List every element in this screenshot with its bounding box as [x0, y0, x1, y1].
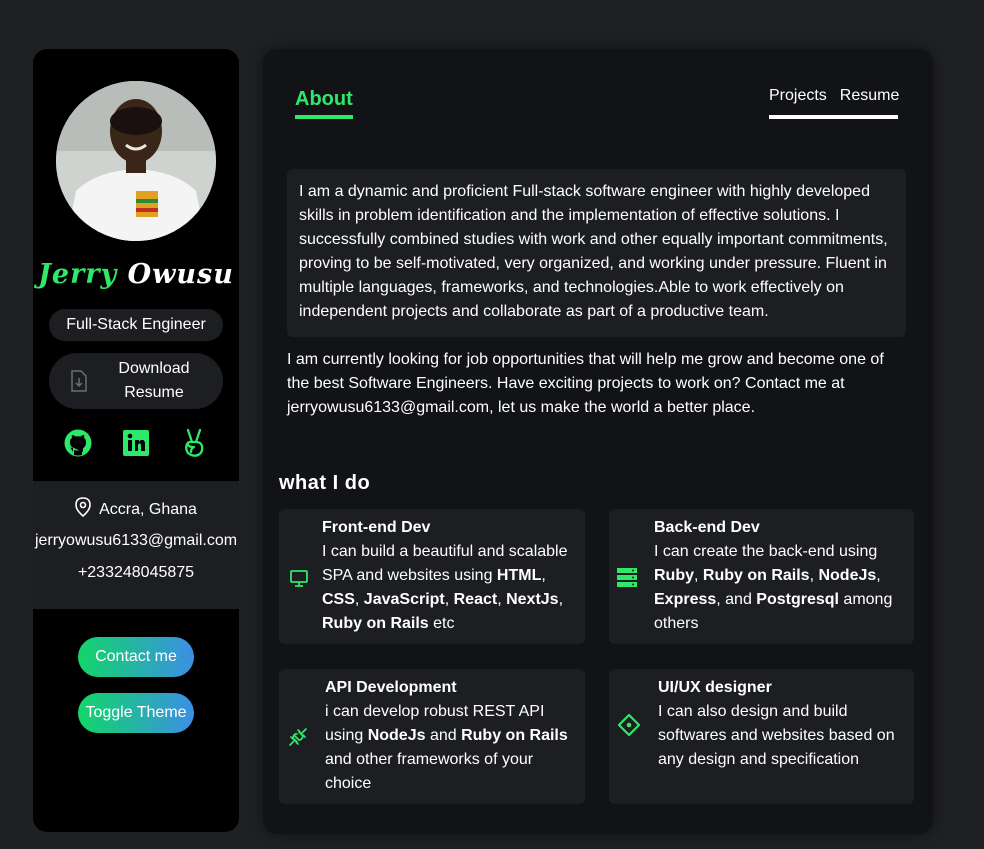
profile-sidebar: Jerry Owusu Full-Stack Engineer Download…: [33, 49, 239, 832]
tab-resume[interactable]: Resume: [840, 87, 900, 105]
phone-text: +233248045875: [77, 564, 195, 581]
service-card-backend: Back-end Dev I can create the back-end u…: [609, 509, 914, 644]
tech-keyword: JavaScript: [363, 591, 445, 608]
tech-keyword: React: [453, 591, 498, 608]
role-badge: Full-Stack Engineer: [49, 309, 223, 341]
description-text: ,: [558, 591, 564, 608]
service-title: API Development: [325, 679, 457, 696]
server-icon: [616, 566, 638, 588]
tech-keyword: NodeJs: [818, 567, 877, 584]
description-text: ,: [444, 591, 454, 608]
location-pin-icon: [75, 497, 91, 522]
download-file-icon: [69, 370, 89, 392]
service-card-api: API Development i can develop robust RES…: [279, 669, 585, 804]
description-text: I can create the back-end using: [654, 543, 878, 560]
tech-keyword: NextJs: [506, 591, 559, 608]
first-name: Jerry: [38, 259, 118, 290]
services-heading: what I do: [279, 472, 371, 494]
service-title: Front-end Dev: [322, 519, 431, 536]
service-description: I can also design and build softwares an…: [658, 700, 908, 772]
last-name: Owusu: [127, 259, 234, 290]
toggle-theme-button[interactable]: Toggle Theme: [78, 693, 194, 733]
about-job-search-text: I am currently looking for job opportuni…: [287, 351, 884, 416]
download-resume-label: Download Resume: [118, 360, 190, 401]
description-text: ,: [541, 567, 546, 584]
contact-info: Accra, Ghana jerryowusu6133@gmail.com +2…: [33, 481, 239, 609]
tech-keyword: Ruby on Rails: [461, 727, 568, 744]
tech-keyword: Ruby on Rails: [322, 615, 429, 632]
nav-tabs: Projects Resume: [769, 87, 900, 119]
tab-about[interactable]: About: [295, 88, 353, 119]
description-text: etc: [428, 615, 455, 632]
tech-keyword: Ruby on Rails: [702, 567, 810, 584]
github-icon[interactable]: [63, 428, 93, 458]
description-text: ,: [354, 591, 364, 608]
description-text: ,: [497, 591, 507, 608]
description-text: , and: [716, 591, 757, 608]
tech-keyword: Ruby: [654, 567, 694, 584]
email-text[interactable]: jerryowusu6133@gmail.com: [33, 532, 239, 550]
design-icon: [617, 713, 641, 737]
contact-me-button[interactable]: Contact me: [78, 637, 194, 677]
description-text: and: [425, 727, 462, 744]
main-panel: About Projects Resume I am a dynamic and…: [263, 49, 933, 834]
tech-keyword: NodeJs: [367, 727, 426, 744]
service-card-frontend: Front-end Dev I can build a beautiful an…: [279, 509, 585, 644]
profile-name: Jerry Owusu: [33, 259, 239, 290]
service-description: I can create the back-end using Ruby, Ru…: [654, 540, 906, 636]
description-text: ,: [694, 567, 703, 584]
tech-keyword: Postgresql: [756, 591, 839, 608]
download-resume-button[interactable]: Download Resume: [49, 353, 223, 409]
description-text: and other frameworks of your choice: [325, 751, 534, 792]
tech-keyword: HTML: [496, 567, 542, 584]
tech-keyword: Express: [654, 591, 717, 608]
linkedin-icon[interactable]: [121, 428, 151, 458]
monitor-icon: [288, 567, 310, 589]
avatar: [56, 81, 216, 241]
service-title: UI/UX designer: [658, 679, 772, 696]
description-text: ,: [876, 567, 881, 584]
plug-icon: [287, 726, 309, 748]
tab-projects[interactable]: Projects: [769, 87, 827, 105]
social-links: [33, 428, 239, 462]
service-description: i can develop robust REST API using Node…: [325, 700, 577, 796]
description-text: I can also design and build softwares an…: [658, 703, 895, 768]
about-intro-card: I am a dynamic and proficient Full-stack…: [287, 169, 906, 337]
location-row: Accra, Ghana: [33, 497, 239, 522]
tech-keyword: CSS: [322, 591, 355, 608]
service-card-uiux: UI/UX designer I can also design and bui…: [609, 669, 914, 804]
service-description: I can build a beautiful and scalable SPA…: [322, 540, 577, 636]
location-text: Accra, Ghana: [99, 500, 197, 518]
service-title: Back-end Dev: [654, 519, 760, 536]
angellist-icon[interactable]: [179, 428, 209, 458]
